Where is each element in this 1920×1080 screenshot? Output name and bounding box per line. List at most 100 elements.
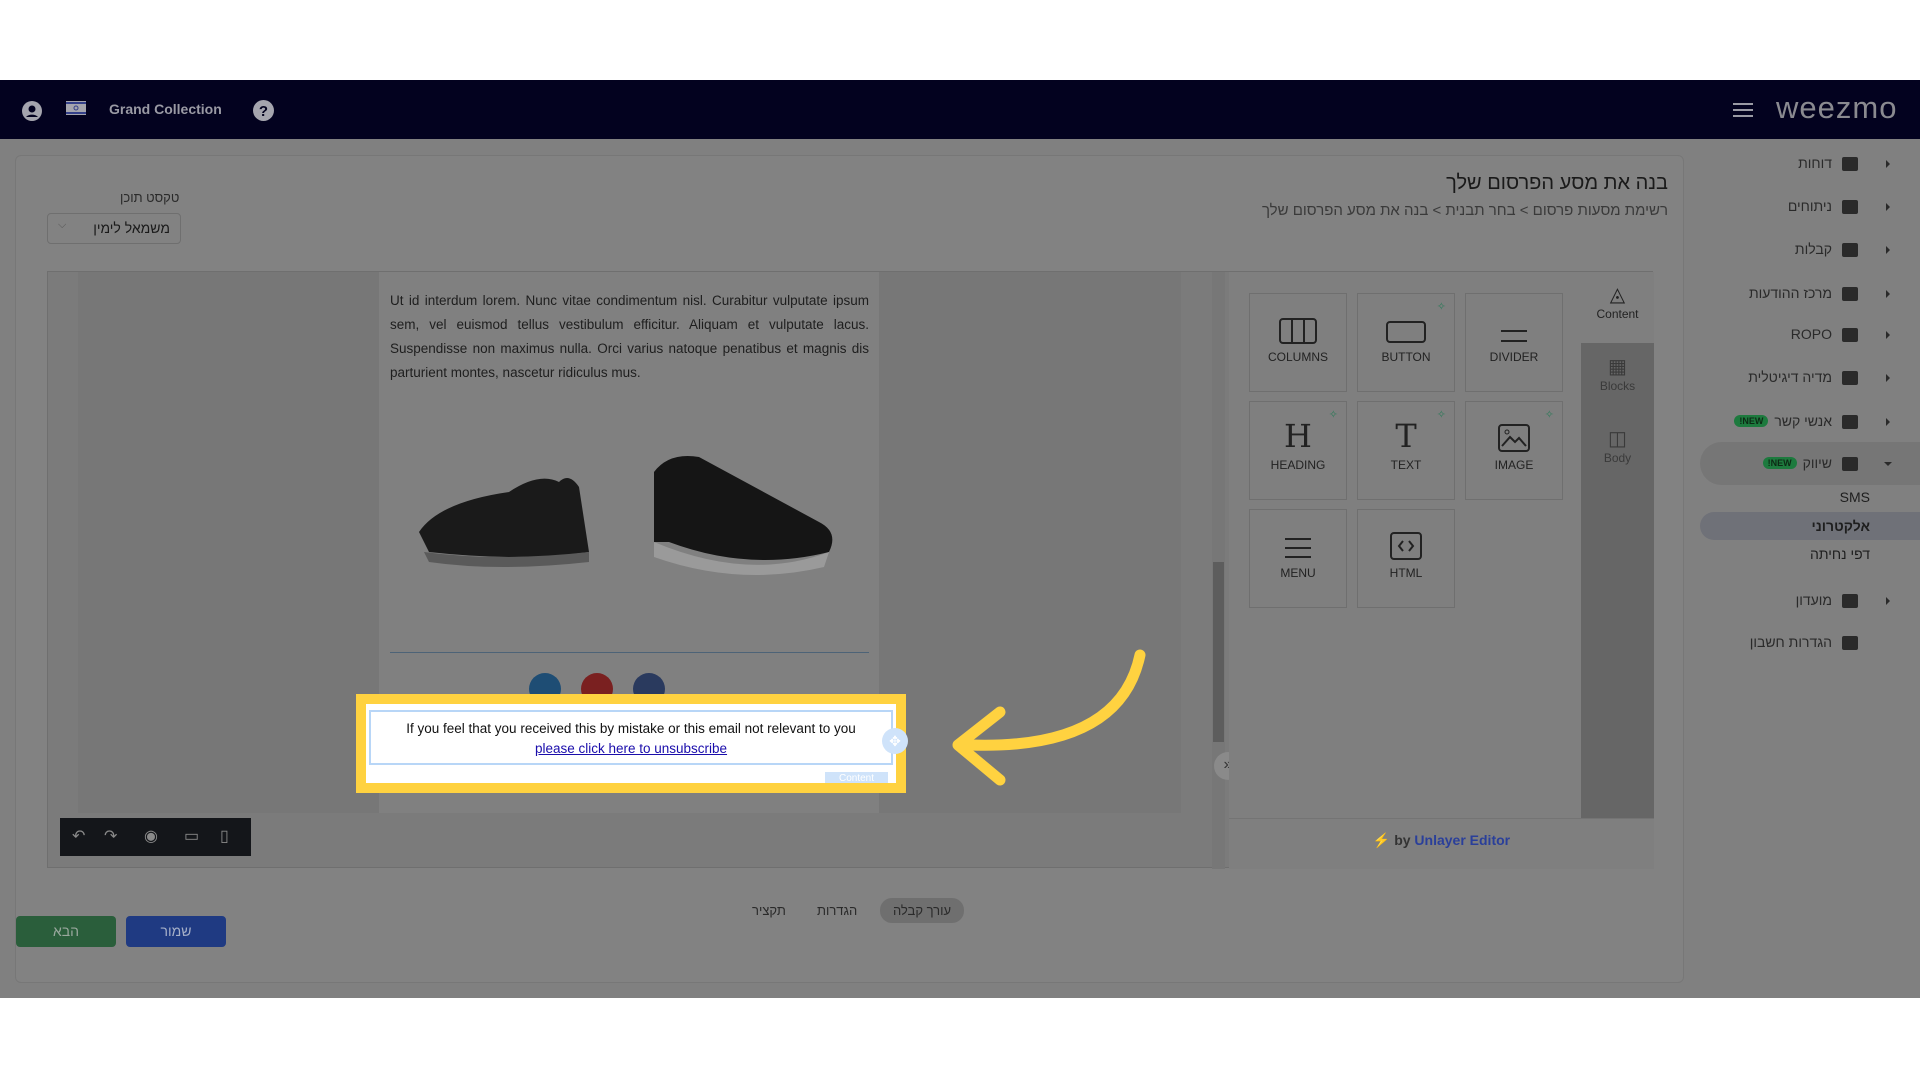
body-tab-icon: ◫ <box>1608 428 1627 450</box>
tab-content[interactable]: ◬ Content <box>1581 272 1654 343</box>
dashboard-icon <box>1842 157 1858 171</box>
scrollbar-thumb[interactable] <box>1213 562 1224 742</box>
svg-text:?: ? <box>259 103 268 120</box>
new-badge: NEW! <box>1734 415 1769 427</box>
sidebar-item-label-wrap: מועדון <box>1796 592 1832 608</box>
tool-text[interactable]: T TEXT ✧ <box>1357 401 1455 500</box>
content-tag: Content <box>825 772 888 783</box>
tool-columns[interactable]: COLUMNS <box>1249 293 1347 392</box>
sidebar-item[interactable]: שיווק NEW! <box>1700 455 1920 473</box>
israel-flag-icon[interactable] <box>66 101 86 115</box>
save-button[interactable]: שמור <box>126 916 226 947</box>
redo-icon[interactable]: ↷ <box>104 826 117 846</box>
footer-text-block[interactable]: If you feel that you received this by mi… <box>369 710 893 765</box>
sidebar-item[interactable]: אנשי קשר NEW! <box>1700 413 1920 431</box>
menu-icon[interactable] <box>1733 102 1753 118</box>
tools-panel: ◬ Content ▦ Blocks ◫ Body COLUMNS BUTTON ✧ DIVID… <box>1229 272 1654 869</box>
sidebar-item-label-wrap: ROPO <box>1791 326 1832 342</box>
caret-right-icon[interactable] <box>1886 418 1890 426</box>
new-badge: NEW! <box>1762 457 1797 469</box>
undo-icon[interactable]: ↶ <box>72 826 85 846</box>
sidebar-item[interactable]: ROPO <box>1700 326 1920 344</box>
shoes-image[interactable] <box>399 412 869 602</box>
sidebar-item-label-wrap: מרכז ההודעות <box>1749 285 1832 301</box>
caret-right-icon[interactable] <box>1886 203 1890 211</box>
caret-right-icon[interactable] <box>1886 160 1890 168</box>
tool-label: HEADING <box>1270 458 1326 472</box>
sidebar-subitem[interactable]: SMS <box>1840 489 1870 505</box>
sidebar-item-label-wrap: שיווק NEW! <box>1762 455 1832 471</box>
divider <box>390 652 869 653</box>
highlight-box: If you feel that you received this by mi… <box>356 694 908 793</box>
caret-right-icon[interactable] <box>1886 374 1890 382</box>
sidebar-item[interactable]: קבלות <box>1700 241 1920 259</box>
unsubscribe-link[interactable]: please click here to unsubscribe <box>535 741 727 756</box>
party-icon <box>1842 457 1858 471</box>
tool-divider[interactable]: DIVIDER <box>1465 293 1563 392</box>
tool-label: MENU <box>1280 566 1316 580</box>
next-button[interactable]: הבא <box>16 916 116 947</box>
email-body-text[interactable]: Ut id interdum lorem. Nunc vitae condime… <box>390 289 869 385</box>
sidebar-item[interactable]: הגדרות חשבון <box>1700 634 1920 652</box>
caret-right-icon[interactable] <box>1886 597 1890 605</box>
move-handle-icon[interactable]: ✥ <box>882 728 908 754</box>
unlayer-link[interactable]: Unlayer Editor <box>1414 832 1510 848</box>
tool-heading[interactable]: H HEADING ✧ <box>1249 401 1347 500</box>
tool-image[interactable]: IMAGE ✧ <box>1465 401 1563 500</box>
contact-icon <box>1842 415 1858 429</box>
ai-sparkle-icon: ✧ <box>1544 409 1554 421</box>
user-icon[interactable] <box>22 101 42 121</box>
tool-label: TEXT <box>1390 458 1422 472</box>
footer-text: If you feel that you received this by mi… <box>406 721 856 736</box>
mobile-icon[interactable]: ▯ <box>220 826 229 846</box>
sidebar-subitem[interactable]: אלקטרוני <box>1812 518 1870 534</box>
sidebar-item[interactable]: מרכז ההודעות <box>1700 285 1920 303</box>
tool-menu[interactable]: MENU <box>1249 509 1347 608</box>
sidebar-item[interactable]: מדיה דיגיטלית <box>1700 369 1920 387</box>
tool-label: DIVIDER <box>1489 350 1539 364</box>
sidebar-item[interactable]: מועדון <box>1700 592 1920 610</box>
content-tab-icon: ◬ <box>1609 284 1626 306</box>
ai-sparkle-icon: ✧ <box>1436 301 1446 313</box>
tab-blocks[interactable]: ▦ Blocks <box>1581 344 1654 410</box>
help-icon[interactable]: ? <box>253 100 274 121</box>
breadcrumb[interactable]: רשימת מסעות פרסום > בחר תבנית > בנה את מ… <box>1262 202 1668 219</box>
footer-tab[interactable]: תקציר <box>742 898 796 923</box>
sidebar-item-label-wrap: מדיה דיגיטלית <box>1748 369 1832 385</box>
store-name[interactable]: Grand Collection <box>109 101 222 117</box>
columns-icon <box>1250 294 1346 350</box>
footer-tab[interactable]: הגדרות <box>807 898 867 923</box>
sidebar-item[interactable]: דוחות <box>1700 155 1920 173</box>
tool-html[interactable]: HTML <box>1357 509 1455 608</box>
tab-body[interactable]: ◫ Body <box>1581 416 1654 482</box>
footer-tab[interactable]: עורך קבלה <box>880 898 964 923</box>
caret-right-icon[interactable] <box>1886 331 1890 339</box>
message-icon <box>1842 287 1858 301</box>
tab-label: Blocks <box>1599 379 1636 393</box>
sidebar-item-label-wrap: קבלות <box>1795 241 1832 257</box>
sidebar-item-label: אנשי קשר <box>1774 413 1832 429</box>
caret-right-icon[interactable] <box>1886 290 1890 298</box>
weezmo-logo[interactable]: weezmo <box>1776 90 1897 126</box>
sidebar-subitem[interactable]: דפי נחיתה <box>1810 546 1870 562</box>
ai-sparkle-icon: ✧ <box>1436 409 1446 421</box>
powered-by-text: by <box>1394 832 1411 848</box>
sidebar-item[interactable]: ניתוחים <box>1700 198 1920 216</box>
sidebar-item-label: ROPO <box>1790 326 1832 342</box>
caret-right-icon[interactable] <box>1886 246 1890 254</box>
caret-down-icon[interactable] <box>1884 462 1892 466</box>
html-icon <box>1358 510 1454 566</box>
canvas-scrollbar[interactable] <box>1212 272 1225 869</box>
sidebar-item-label: קבלות <box>1794 241 1832 257</box>
tab-label: Body <box>1603 451 1632 465</box>
sidebar-item-label: ניתוחים <box>1787 198 1832 214</box>
preview-eye-icon[interactable]: ◉ <box>144 826 158 846</box>
text-direction-select[interactable]: משמאל לימין ⌵ <box>47 213 181 244</box>
desktop-icon[interactable]: ▭ <box>184 826 199 846</box>
tool-button[interactable]: BUTTON ✧ <box>1357 293 1455 392</box>
sidebar-item-label: דוחות <box>1798 155 1832 171</box>
tag-icon <box>1842 594 1858 608</box>
sidebar-item-label: מועדון <box>1795 592 1832 608</box>
sidebar-item-label-wrap: הגדרות חשבון <box>1750 634 1832 650</box>
email-footer-block[interactable]: If you feel that you received this by mi… <box>366 704 908 783</box>
